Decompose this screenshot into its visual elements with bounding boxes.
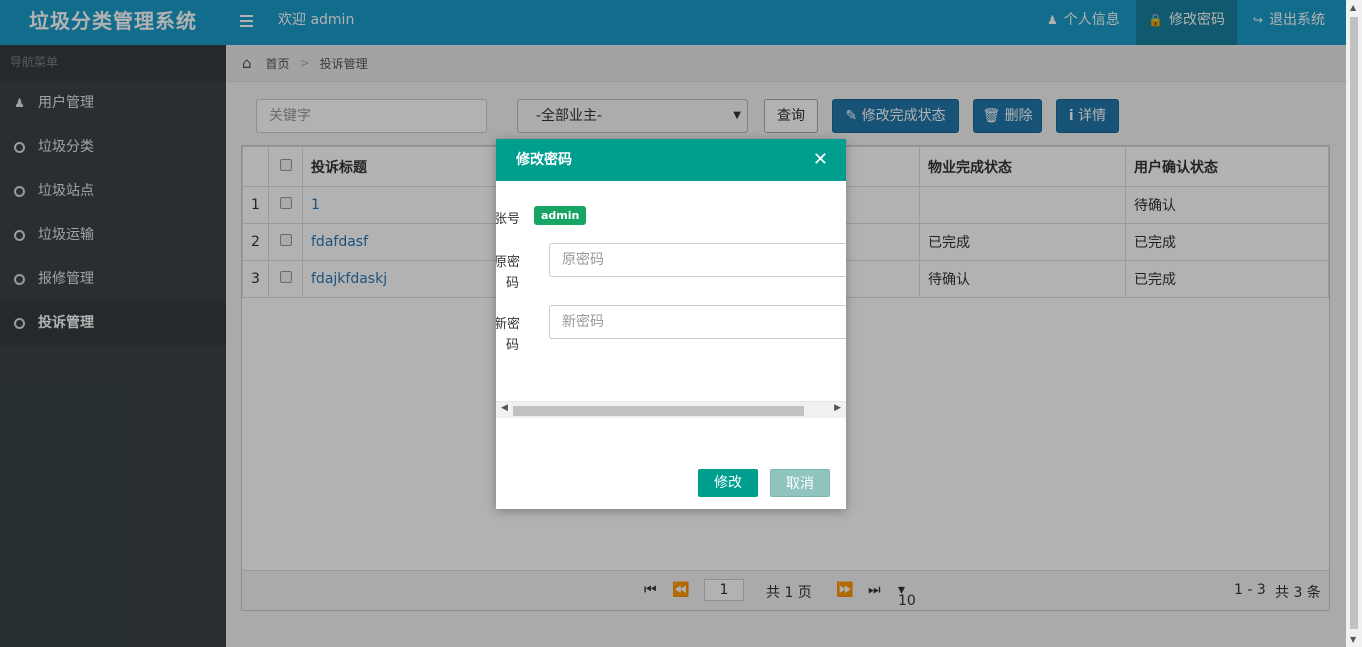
scroll-right-icon[interactable]: ▶ bbox=[834, 403, 841, 413]
old-password-label-1: 原密 bbox=[496, 255, 521, 270]
close-icon[interactable]: ✕ bbox=[813, 139, 828, 181]
old-password-label-2: 码 bbox=[506, 276, 520, 291]
old-password-input[interactable]: 原密码 bbox=[549, 243, 846, 277]
dialog-header: 修改密码 ✕ bbox=[496, 139, 846, 181]
dialog-title: 修改密码 bbox=[516, 152, 572, 168]
page-vertical-scrollbar[interactable]: ▲ ▼ bbox=[1346, 0, 1362, 647]
scroll-up-icon[interactable]: ▲ bbox=[1350, 3, 1356, 12]
account-label: 张号 bbox=[496, 212, 521, 227]
cancel-button[interactable]: 取消 bbox=[770, 469, 830, 497]
scrollbar-thumb[interactable] bbox=[513, 406, 804, 416]
submit-button[interactable]: 修改 bbox=[698, 469, 758, 497]
scrollbar-thumb[interactable] bbox=[1350, 17, 1358, 629]
change-password-dialog: 修改密码 ✕ 张号 admin 原密 码 原密码 新密 码 新密码 ◀ ▶ 修改… bbox=[496, 139, 846, 509]
new-password-input[interactable]: 新密码 bbox=[549, 305, 846, 339]
account-badge: admin bbox=[534, 206, 587, 225]
new-password-label-2: 码 bbox=[506, 338, 520, 353]
dialog-horizontal-scrollbar[interactable]: ◀ ▶ bbox=[496, 401, 846, 418]
scroll-left-icon[interactable]: ◀ bbox=[501, 403, 508, 413]
scroll-down-icon[interactable]: ▼ bbox=[1350, 635, 1356, 644]
new-password-label-1: 新密 bbox=[496, 317, 521, 332]
dialog-footer: 修改 取消 bbox=[496, 419, 846, 509]
